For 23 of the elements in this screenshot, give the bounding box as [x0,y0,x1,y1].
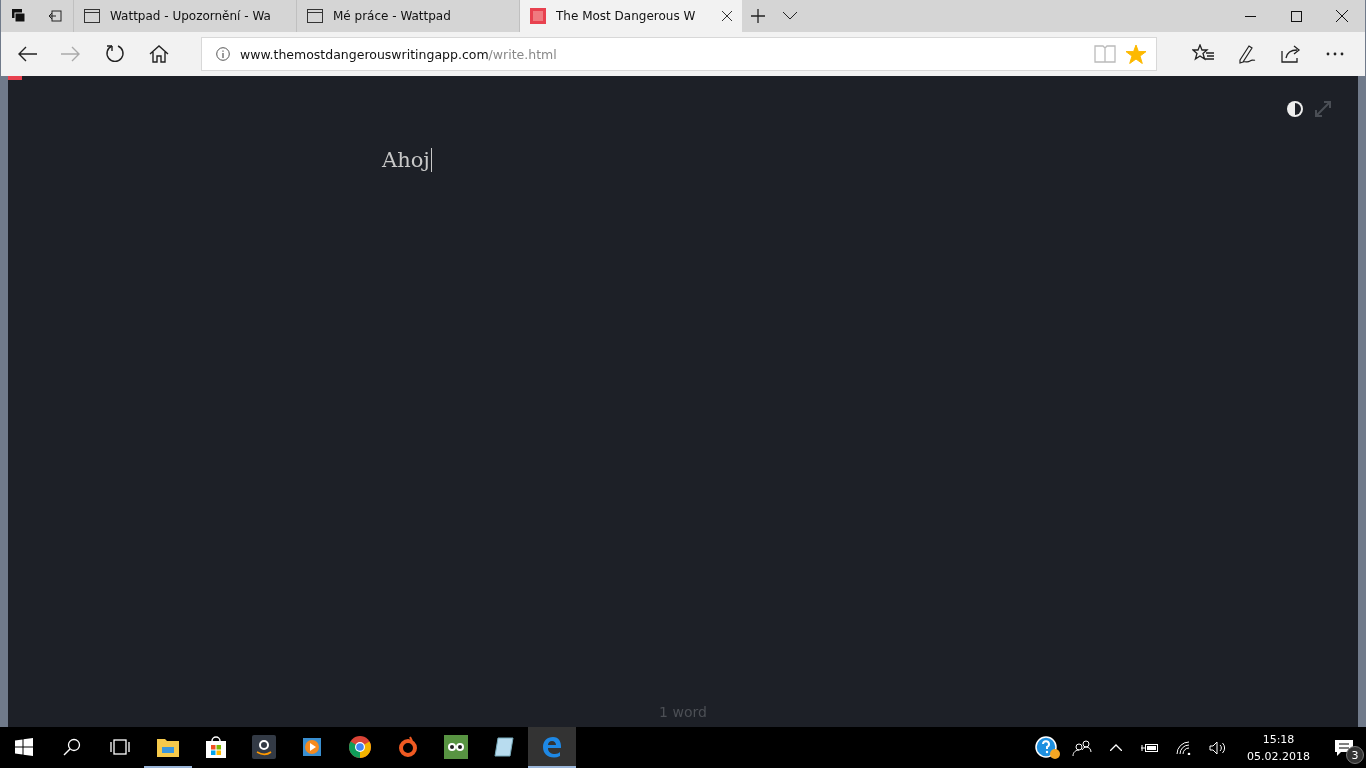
play-icon [301,735,323,758]
clock-date[interactable]: 05.02.2018 [1247,747,1310,765]
notepad-icon [493,735,515,758]
square-logo-icon [530,8,546,24]
info-icon[interactable] [216,47,230,61]
browser-logo-icon [349,735,371,758]
owl-eyes-icon [444,734,468,759]
window-icon [307,9,323,23]
shopping-bag-icon [205,735,227,758]
smile-logo-icon [252,734,276,759]
folder-icon [157,736,179,757]
close-icon[interactable] [722,11,732,21]
favorite-star-icon[interactable] [1126,44,1146,64]
e-logo-icon [541,735,563,758]
ring-logo-icon [398,735,418,758]
clock-time[interactable]: 15:18 [1262,730,1295,748]
notification-count: 3 [1346,746,1364,764]
taskbar-button[interactable] [528,727,576,768]
editor-text[interactable]: Ahoj [382,148,432,172]
window-icon [84,9,100,23]
contrast-icon[interactable] [1286,100,1304,118]
address-field[interactable]: www.themostdangerouswritingapp.com/write.html [201,37,1157,71]
browser-tab[interactable]: The Most Dangerous W [519,0,742,32]
